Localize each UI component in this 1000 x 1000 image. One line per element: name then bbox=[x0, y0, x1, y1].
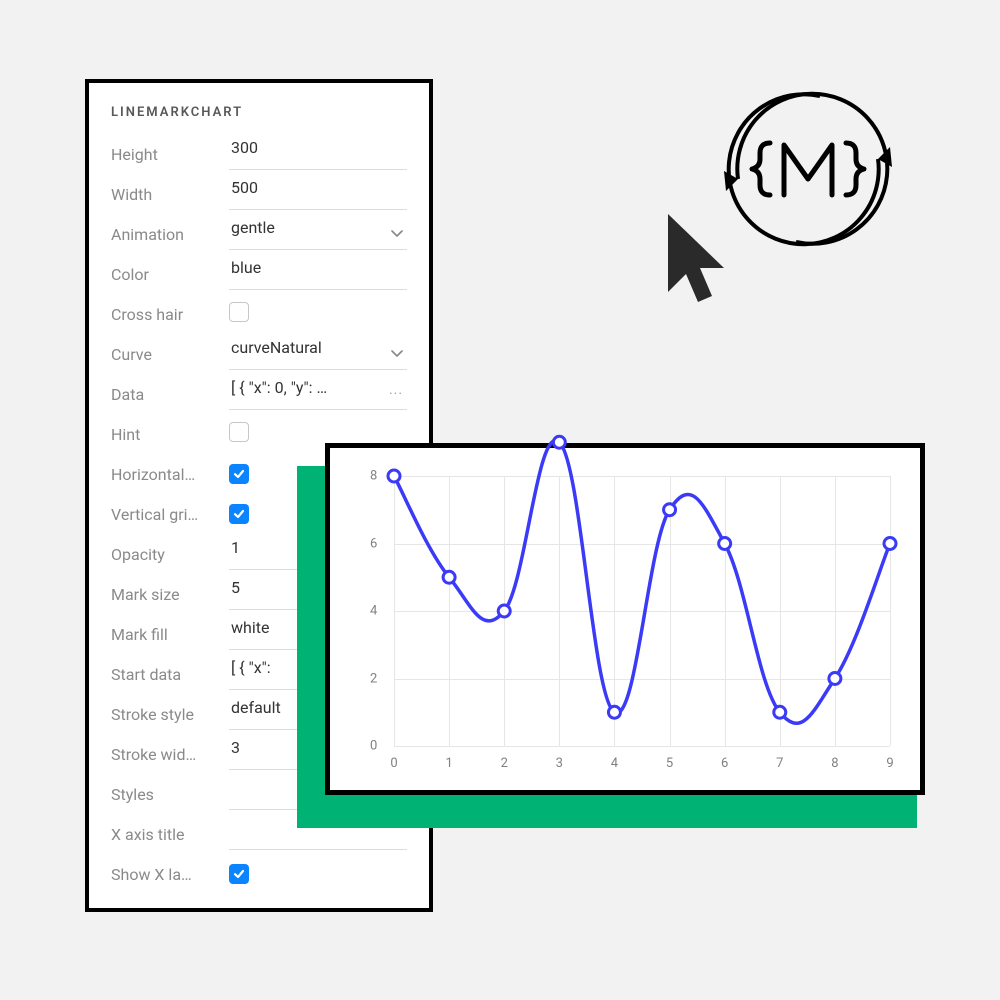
crosshair-checkbox[interactable] bbox=[229, 302, 249, 322]
chart-plot-area: 024680123456789 bbox=[394, 476, 890, 746]
x-tick-label: 4 bbox=[611, 756, 618, 771]
vgrid-checkbox[interactable] bbox=[229, 504, 249, 524]
property-control: 500 bbox=[229, 178, 407, 210]
property-label: Start data bbox=[111, 665, 229, 684]
property-label: Animation bbox=[111, 225, 229, 244]
line-series bbox=[394, 476, 890, 746]
data-point bbox=[774, 706, 786, 718]
refresh-icon bbox=[724, 94, 892, 244]
property-label: Mark size bbox=[111, 585, 229, 604]
code-logo-icon bbox=[752, 143, 864, 195]
x-tick-label: 9 bbox=[886, 756, 893, 771]
cursor-icon bbox=[668, 214, 724, 302]
x-tick-label: 8 bbox=[831, 756, 838, 771]
property-row-crosshair: Cross hair bbox=[111, 294, 407, 334]
x-tick-label: 2 bbox=[501, 756, 508, 771]
curve-select[interactable]: curveNatural bbox=[229, 338, 407, 370]
y-tick-label: 2 bbox=[370, 671, 377, 686]
property-label: Width bbox=[111, 185, 229, 204]
property-control: blue bbox=[229, 258, 407, 290]
property-label: Styles bbox=[111, 785, 229, 804]
x-tick-label: 7 bbox=[776, 756, 783, 771]
property-control: gentle bbox=[229, 218, 407, 250]
data-point bbox=[664, 504, 676, 516]
property-label: Horizontal… bbox=[111, 465, 229, 484]
height-input[interactable]: 300 bbox=[229, 138, 407, 170]
gridline-v bbox=[890, 476, 891, 746]
property-label: Curve bbox=[111, 345, 229, 364]
data-point bbox=[719, 538, 731, 550]
data-point bbox=[388, 470, 400, 482]
property-row-showxla: Show X la… bbox=[111, 854, 407, 894]
hint-checkbox[interactable] bbox=[229, 422, 249, 442]
hero-graphic bbox=[628, 84, 928, 324]
showxla-checkbox[interactable] bbox=[229, 864, 249, 884]
property-label: Data bbox=[111, 385, 229, 404]
property-label: Color bbox=[111, 265, 229, 284]
y-tick-label: 4 bbox=[370, 604, 377, 619]
property-label: Opacity bbox=[111, 545, 229, 564]
x-tick-label: 3 bbox=[556, 756, 563, 771]
x-tick-label: 6 bbox=[721, 756, 728, 771]
property-control: curveNatural bbox=[229, 338, 407, 370]
property-row-height: Height300 bbox=[111, 134, 407, 174]
property-control: 300 bbox=[229, 138, 407, 170]
property-label: Cross hair bbox=[111, 305, 229, 324]
data-point bbox=[829, 673, 841, 685]
series-line bbox=[394, 441, 890, 724]
property-control bbox=[229, 864, 407, 885]
property-label: Stroke style bbox=[111, 705, 229, 724]
x-tick-label: 1 bbox=[445, 756, 452, 771]
property-label: Stroke wid… bbox=[111, 745, 229, 764]
property-row-width: Width500 bbox=[111, 174, 407, 214]
x-tick-label: 0 bbox=[390, 756, 397, 771]
y-tick-label: 8 bbox=[370, 469, 377, 484]
data-point bbox=[553, 436, 565, 448]
data-point bbox=[443, 571, 455, 583]
property-row-color: Colorblue bbox=[111, 254, 407, 294]
data-point bbox=[608, 706, 620, 718]
y-tick-label: 6 bbox=[370, 536, 377, 551]
color-input[interactable]: blue bbox=[229, 258, 407, 290]
property-label: Height bbox=[111, 145, 229, 164]
property-label: Hint bbox=[111, 425, 229, 444]
property-label: Show X la… bbox=[111, 865, 229, 884]
property-label: Mark fill bbox=[111, 625, 229, 644]
property-row-curve: CurvecurveNatural bbox=[111, 334, 407, 374]
property-label: Vertical gri… bbox=[111, 505, 229, 524]
data-point bbox=[884, 538, 896, 550]
data-input[interactable]: [ { "x": 0, "y": … bbox=[229, 378, 407, 410]
data-point bbox=[498, 605, 510, 617]
x-tick-label: 5 bbox=[666, 756, 673, 771]
y-tick-label: 0 bbox=[370, 739, 377, 754]
property-control: [ { "x": 0, "y": …··· bbox=[229, 378, 407, 410]
hgrid-checkbox[interactable] bbox=[229, 464, 249, 484]
more-icon[interactable]: ··· bbox=[389, 386, 403, 402]
width-input[interactable]: 500 bbox=[229, 178, 407, 210]
property-label: X axis title bbox=[111, 825, 229, 844]
gridline-h bbox=[394, 746, 890, 747]
panel-title: LINEMARKCHART bbox=[111, 105, 407, 120]
property-row-data: Data[ { "x": 0, "y": …··· bbox=[111, 374, 407, 414]
animation-select[interactable]: gentle bbox=[229, 218, 407, 250]
property-control bbox=[229, 302, 407, 326]
property-row-animation: Animationgentle bbox=[111, 214, 407, 254]
chart-preview-card: 0 2 4 6 8 0 1 2 3 4 5 6 7 8 9 bbox=[325, 443, 925, 795]
